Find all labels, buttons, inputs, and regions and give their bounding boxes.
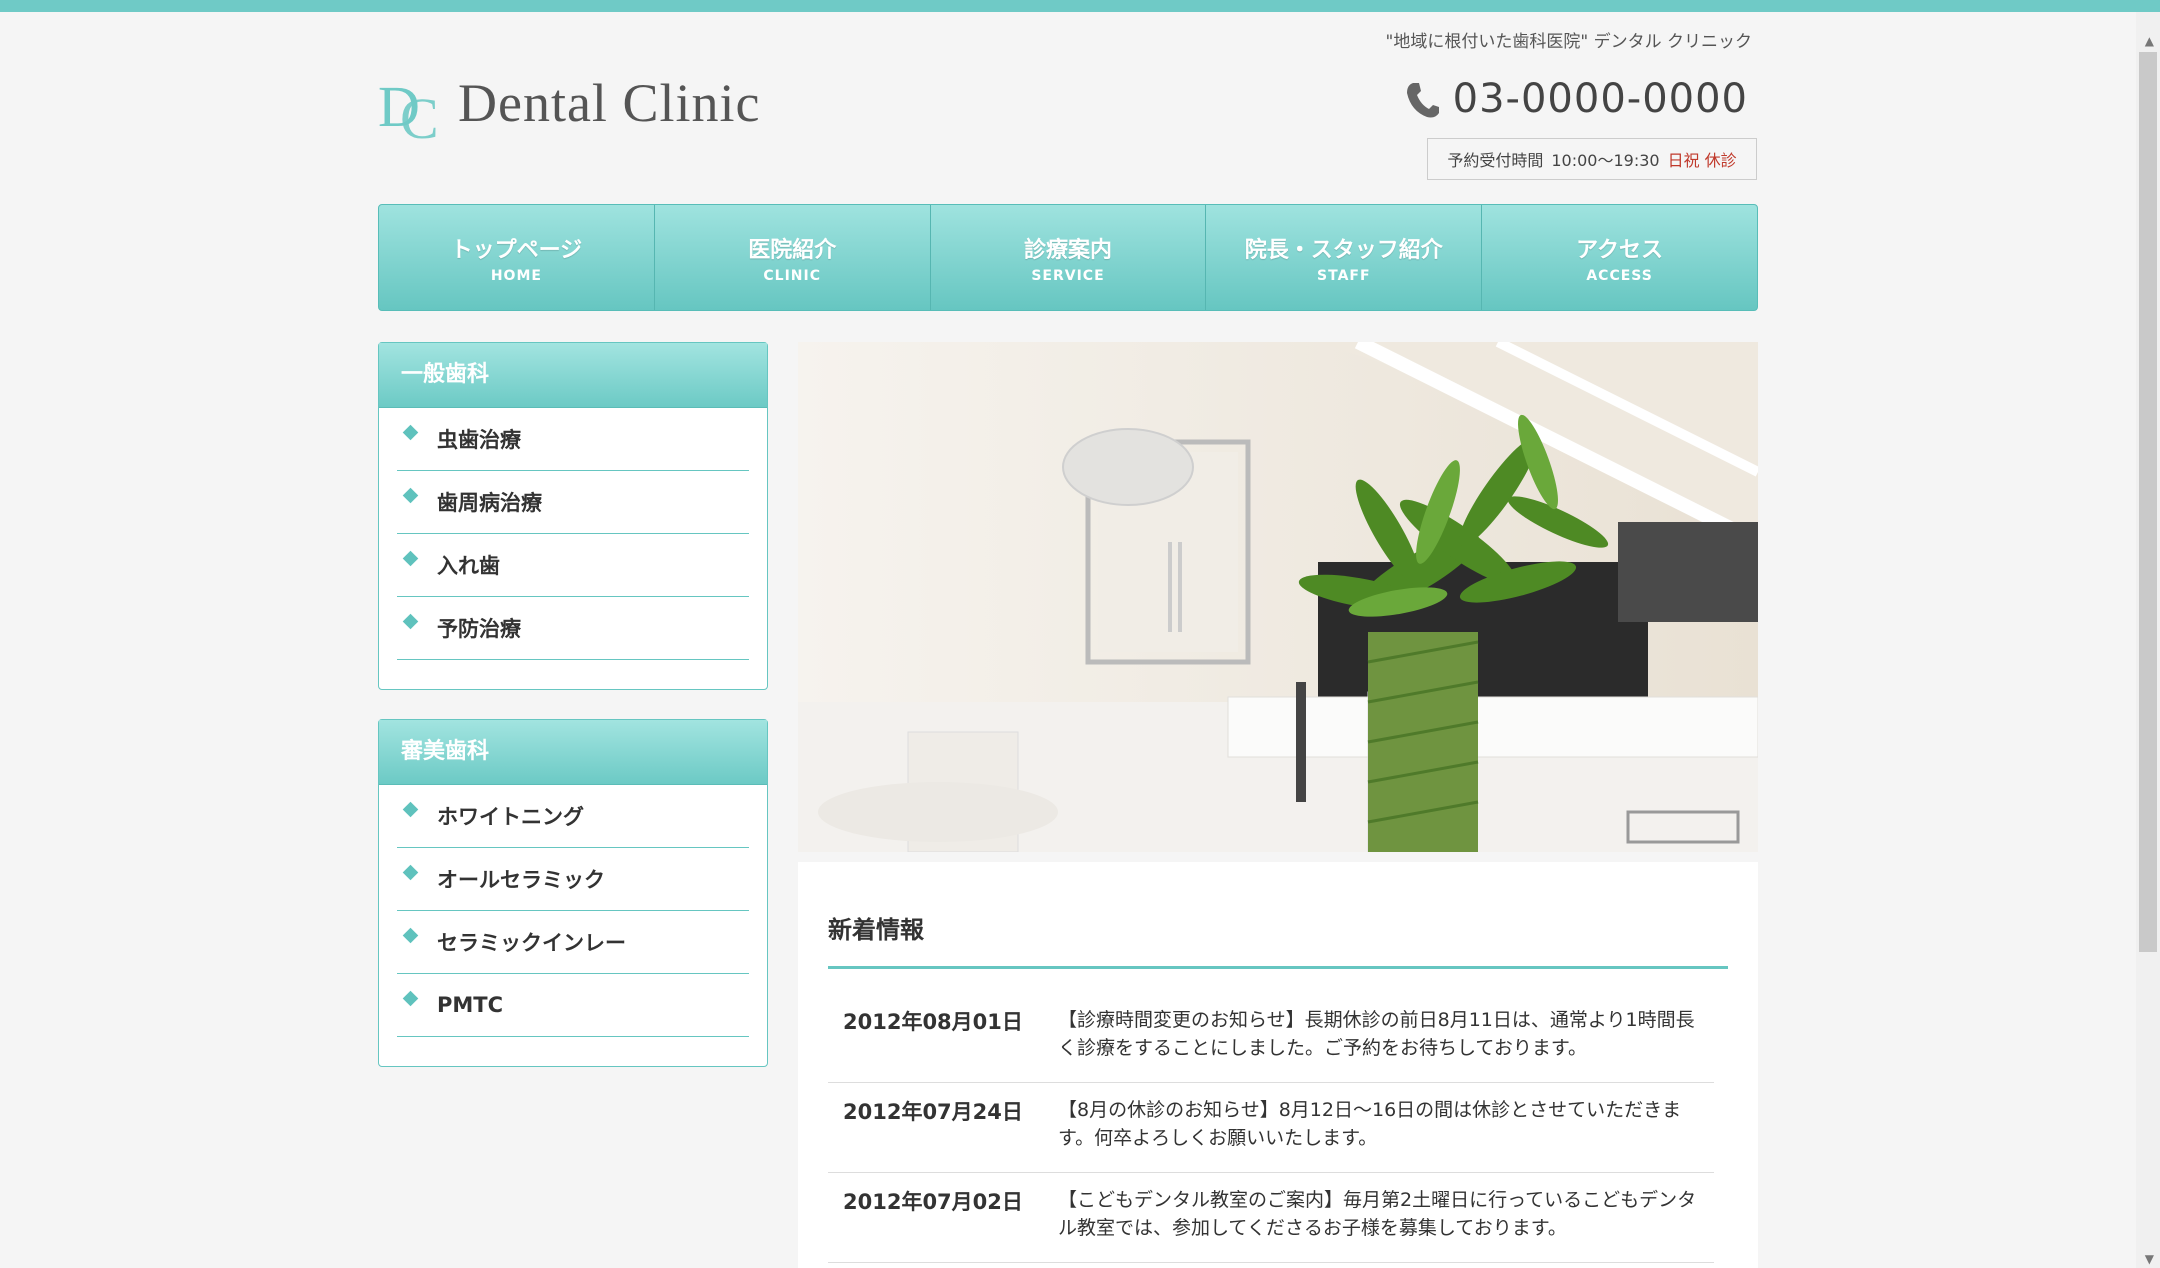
nav-label-jp: トップページ xyxy=(450,237,583,263)
news-text: 【診療時間変更のお知らせ】長期休診の前日8月11日は、通常より1時間長く診療をす… xyxy=(1058,1009,1695,1059)
site-logo[interactable]: D C Dental Clinic xyxy=(378,70,778,150)
nav-item-home[interactable]: トップページ HOME xyxy=(379,205,654,310)
menu-item-cavity[interactable]: 虫歯治療 xyxy=(397,408,749,471)
menu-title: 一般歯科 xyxy=(379,343,767,408)
scrollbar[interactable]: ▲ ▼ xyxy=(2136,12,2160,1268)
logo-text: Dental Clinic xyxy=(458,73,761,133)
menu-item-label: 虫歯治療 xyxy=(437,428,521,452)
menu-item-label: セラミックインレー xyxy=(437,931,626,955)
nav-label-en: CLINIC xyxy=(763,267,821,284)
nav-label-en: HOME xyxy=(490,267,542,284)
menu-item-all-ceramic[interactable]: オールセラミック xyxy=(397,848,749,911)
nav-label-en: SERVICE xyxy=(1031,267,1105,284)
news-divider xyxy=(828,966,1728,969)
cosmetic-dentistry-menu: 審美歯科 ホワイトニング オールセラミック セラミックインレー PMTC xyxy=(378,719,768,1067)
diamond-bullet-icon xyxy=(402,487,419,503)
nav-label-en: ACCESS xyxy=(1586,267,1653,284)
menu-title: 審美歯科 xyxy=(379,720,767,785)
scrollbar-thumb[interactable] xyxy=(2139,52,2157,952)
diamond-bullet-icon xyxy=(402,927,419,943)
news-section: 新着情報 2012年08月01日 【診療時間変更のお知らせ】長期休診の前日8月1… xyxy=(798,862,1758,1268)
news-date: 2012年07月02日 xyxy=(843,1190,1023,1214)
svg-text:C: C xyxy=(400,86,439,142)
nav-item-access[interactable]: アクセス ACCESS xyxy=(1481,205,1757,310)
menu-item-label: PMTC xyxy=(437,993,504,1017)
phone-block: 03-0000-0000 xyxy=(1405,76,1748,122)
diamond-bullet-icon xyxy=(402,990,419,1006)
diamond-bullet-icon xyxy=(402,801,419,817)
news-item[interactable]: 2012年07月24日 【8月の休診のお知らせ】8月12日～16日の間は休診とさ… xyxy=(828,1082,1714,1173)
hero-image xyxy=(798,342,1758,852)
reservation-hours: 予約受付時間 10:00～19:30 日祝 休診 xyxy=(1427,138,1757,180)
diamond-bullet-icon xyxy=(402,613,419,629)
phone-icon xyxy=(1406,83,1439,118)
news-text: 【こどもデンタル教室のご案内】毎月第2土曜日に行っているこどもデンタル教室では、… xyxy=(1058,1189,1697,1239)
scroll-up-icon[interactable]: ▲ xyxy=(2145,34,2154,48)
news-text: 【8月の休診のお知らせ】8月12日～16日の間は休診とさせていただきます。何卒よ… xyxy=(1058,1099,1682,1149)
diamond-bullet-icon xyxy=(402,550,419,566)
menu-item-label: 入れ歯 xyxy=(437,554,500,578)
closed-days: 日祝 休診 xyxy=(1667,151,1737,170)
phone-number: 03-0000-0000 xyxy=(1452,76,1748,122)
diamond-bullet-icon xyxy=(402,424,419,440)
dc-logo-icon: D C xyxy=(378,74,439,142)
hours-label: 予約受付時間 xyxy=(1447,151,1544,170)
menu-item-ceramic-inlay[interactable]: セラミックインレー xyxy=(397,911,749,974)
menu-item-whitening[interactable]: ホワイトニング xyxy=(397,785,749,848)
nav-item-clinic[interactable]: 医院紹介 CLINIC xyxy=(653,205,930,310)
hours-time: 10:00～19:30 xyxy=(1551,151,1660,170)
menu-item-label: 歯周病治療 xyxy=(437,491,542,515)
scroll-down-icon[interactable]: ▼ xyxy=(2145,1252,2154,1266)
menu-item-label: オールセラミック xyxy=(437,868,605,892)
news-date: 2012年08月01日 xyxy=(843,1010,1023,1034)
nav-item-service[interactable]: 診療案内 SERVICE xyxy=(929,205,1206,310)
general-dentistry-menu: 一般歯科 虫歯治療 歯周病治療 入れ歯 予防治療 xyxy=(378,342,768,690)
news-item[interactable]: 2012年07月02日 【こどもデンタル教室のご案内】毎月第2土曜日に行っている… xyxy=(828,1172,1714,1263)
main-nav: トップページ HOME 医院紹介 CLINIC 診療案内 SERVICE 院長・… xyxy=(378,204,1758,311)
menu-item-periodontal[interactable]: 歯周病治療 xyxy=(397,471,749,534)
nav-label-jp: 診療案内 xyxy=(1023,237,1112,263)
nav-label-jp: 院長・スタッフ紹介 xyxy=(1244,237,1443,263)
nav-item-staff[interactable]: 院長・スタッフ紹介 STAFF xyxy=(1205,205,1481,310)
nav-label-jp: 医院紹介 xyxy=(748,237,837,263)
menu-item-prevention[interactable]: 予防治療 xyxy=(397,597,749,660)
news-item[interactable]: 2012年08月01日 【診療時間変更のお知らせ】長期休診の前日8月11日は、通… xyxy=(828,992,1714,1083)
top-accent-bar xyxy=(0,0,2160,12)
clinic-interior-illustration xyxy=(798,342,1758,852)
nav-label-jp: アクセス xyxy=(1576,237,1664,263)
menu-item-dentures[interactable]: 入れ歯 xyxy=(397,534,749,597)
nav-label-en: STAFF xyxy=(1317,267,1371,284)
news-date: 2012年07月24日 xyxy=(843,1100,1023,1124)
news-heading: 新着情報 xyxy=(828,916,924,944)
menu-item-pmtc[interactable]: PMTC xyxy=(397,974,749,1037)
menu-item-label: ホワイトニング xyxy=(437,805,584,829)
diamond-bullet-icon xyxy=(402,864,419,880)
site-tagline: "地域に根付いた歯科医院" デンタル クリニック xyxy=(1385,32,1752,52)
menu-item-label: 予防治療 xyxy=(437,617,521,641)
